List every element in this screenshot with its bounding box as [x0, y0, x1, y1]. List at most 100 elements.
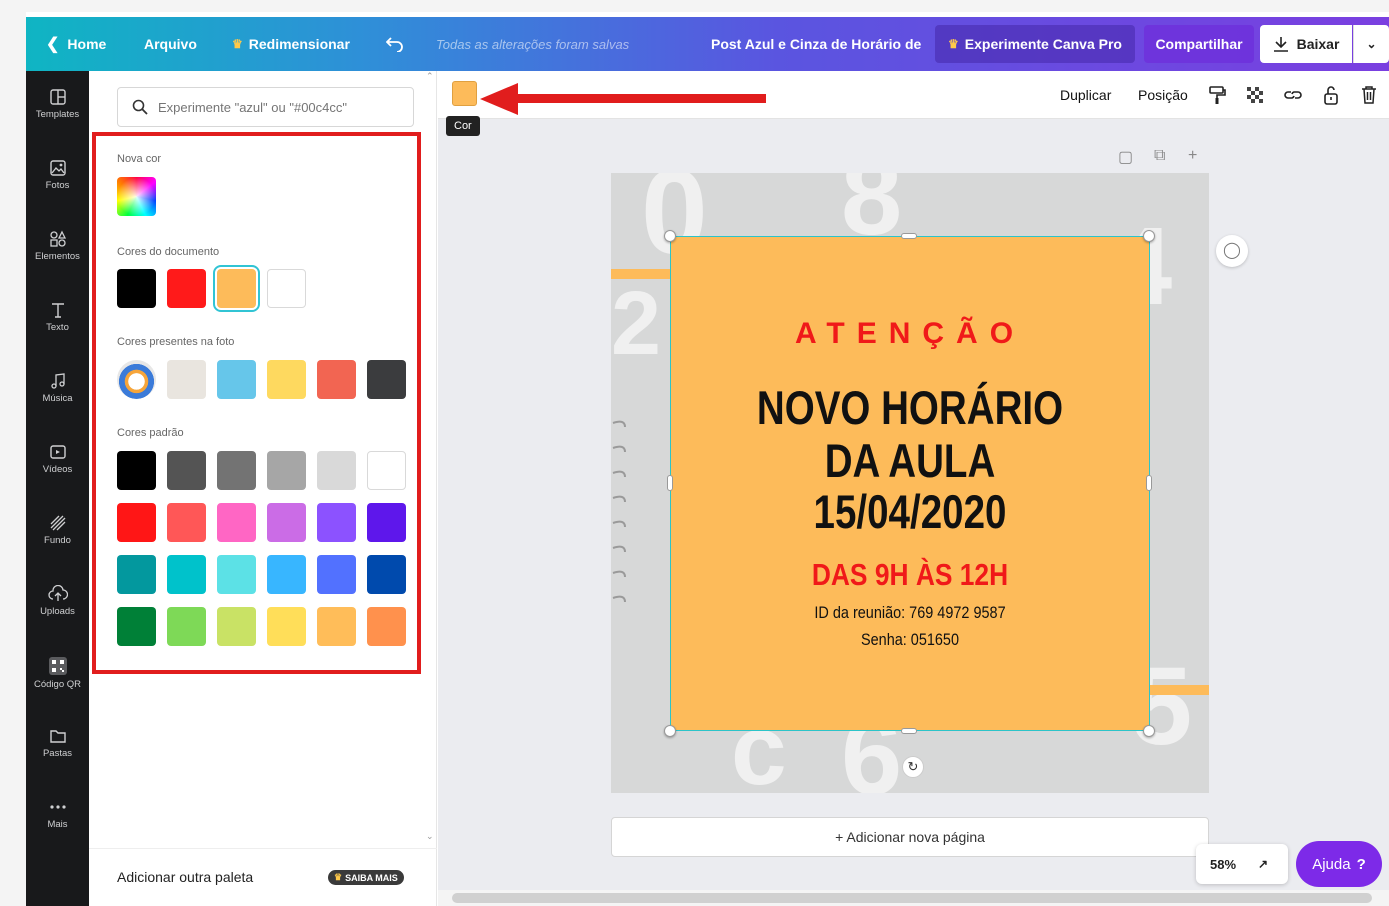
document-color-swatch[interactable]: [117, 269, 156, 308]
color-search-input[interactable]: [158, 99, 398, 115]
default-color-swatch[interactable]: [117, 555, 156, 594]
resize-handle-bottom-right[interactable]: [1143, 725, 1155, 737]
duplicate-button[interactable]: Duplicar: [1060, 71, 1111, 119]
resize-handle-top-left[interactable]: [664, 230, 676, 242]
lock-icon[interactable]: [1320, 84, 1342, 106]
sidebar-item-folders[interactable]: Pastas: [26, 727, 89, 787]
sidebar-item-templates[interactable]: Templates: [26, 88, 89, 148]
sidebar-item-qr-code[interactable]: Código QR: [26, 656, 89, 716]
headline-line-2[interactable]: DA AULA: [714, 433, 1106, 488]
default-color-swatch[interactable]: [117, 607, 156, 646]
default-color-swatch[interactable]: [167, 451, 206, 490]
default-color-swatch[interactable]: [167, 607, 206, 646]
photo-color-swatch[interactable]: [267, 360, 306, 399]
resize-handle-top-right[interactable]: [1143, 230, 1155, 242]
sidebar-item-photos[interactable]: Fotos: [26, 159, 89, 219]
color-search-box[interactable]: [117, 87, 414, 127]
hours-text[interactable]: DAS 9H ÀS 12H: [707, 557, 1113, 593]
file-menu-button[interactable]: Arquivo: [144, 17, 197, 71]
headline-line-1[interactable]: NOVO HORÁRIO: [714, 380, 1106, 435]
document-title[interactable]: Post Azul e Cinza de Horário de: [711, 17, 921, 71]
default-color-swatch[interactable]: [217, 607, 256, 646]
sidebar-item-elements[interactable]: Elementos: [26, 230, 89, 290]
help-button[interactable]: Ajuda ?: [1296, 841, 1382, 887]
default-color-swatch[interactable]: [367, 503, 406, 542]
zoom-control[interactable]: 58% ↗: [1196, 844, 1288, 884]
duplicate-page-icon[interactable]: ⧉: [1154, 147, 1165, 165]
default-color-swatch[interactable]: [367, 555, 406, 594]
transparency-icon[interactable]: [1244, 84, 1266, 106]
link-icon[interactable]: [1282, 84, 1304, 106]
meeting-id-text[interactable]: ID da reunião: 769 4972 9587: [707, 603, 1113, 623]
resize-handle-bottom[interactable]: [901, 728, 917, 734]
default-color-swatch[interactable]: [167, 503, 206, 542]
resize-handle-bottom-left[interactable]: [664, 725, 676, 737]
default-color-swatch[interactable]: [317, 607, 356, 646]
document-color-swatch[interactable]: [213, 265, 260, 312]
download-button[interactable]: Baixar: [1260, 25, 1352, 63]
try-pro-button[interactable]: ♛ Experimente Canva Pro: [935, 25, 1135, 63]
rotate-handle-icon[interactable]: ↻: [902, 756, 924, 778]
default-color-swatch[interactable]: [117, 451, 156, 490]
add-page-button[interactable]: + Adicionar nova página: [611, 817, 1209, 857]
default-color-swatch[interactable]: [217, 503, 256, 542]
add-page-plus-icon[interactable]: +: [1188, 147, 1197, 165]
share-button[interactable]: Compartilhar: [1144, 25, 1254, 63]
position-button[interactable]: Posição: [1138, 71, 1188, 119]
panel-scrollbar[interactable]: ⌃ ⌄: [426, 71, 434, 848]
headline-date[interactable]: 15/04/2020: [714, 484, 1106, 539]
photo-color-swatch[interactable]: [167, 360, 206, 399]
sidebar-item-uploads[interactable]: Uploads: [26, 585, 89, 645]
crown-icon: ♛: [334, 872, 343, 882]
sidebar-item-music[interactable]: Música: [26, 372, 89, 432]
sidebar-item-videos[interactable]: Vídeos: [26, 443, 89, 503]
paint-roller-icon[interactable]: [1206, 84, 1228, 106]
default-color-swatch[interactable]: [267, 555, 306, 594]
photo-color-swatch[interactable]: [217, 360, 256, 399]
scrollbar-thumb[interactable]: [452, 893, 1372, 903]
default-color-swatch[interactable]: [167, 555, 206, 594]
default-color-swatch[interactable]: [217, 555, 256, 594]
default-color-swatch[interactable]: [267, 607, 306, 646]
sidebar-item-background[interactable]: Fundo: [26, 514, 89, 574]
attention-heading[interactable]: ATENÇÃO: [671, 317, 1149, 351]
default-color-swatch[interactable]: [117, 503, 156, 542]
add-palette-link[interactable]: Adicionar outra paleta: [117, 869, 253, 885]
default-color-swatch[interactable]: [317, 503, 356, 542]
default-color-swatch[interactable]: [317, 451, 356, 490]
sidebar-item-text[interactable]: Texto: [26, 301, 89, 361]
undo-button[interactable]: [386, 17, 404, 71]
photo-color-swatch[interactable]: [367, 360, 406, 399]
horizontal-scrollbar[interactable]: [438, 890, 1389, 906]
photo-color-swatch[interactable]: [317, 360, 356, 399]
window-shadow-top: [0, 0, 1389, 12]
text-color-button[interactable]: [452, 81, 477, 106]
announcement-card[interactable]: ATENÇÃO NOVO HORÁRIO DA AULA 15/04/2020 …: [670, 236, 1150, 731]
trash-icon[interactable]: [1358, 84, 1380, 106]
resize-handle-left[interactable]: [667, 475, 673, 491]
design-page[interactable]: 0 8 4 2 c 6 5 ATENÇÃO NOVO HORÁRIO DA AU…: [611, 173, 1209, 793]
photo-thumbnail[interactable]: [117, 360, 156, 399]
password-text[interactable]: Senha: 051650: [707, 630, 1113, 650]
download-options-button[interactable]: ⌄: [1353, 25, 1389, 63]
fullscreen-icon[interactable]: ↗: [1258, 857, 1268, 871]
default-color-swatch[interactable]: [217, 451, 256, 490]
resize-handle-right[interactable]: [1146, 475, 1152, 491]
default-color-swatch[interactable]: [317, 555, 356, 594]
sidebar-item-more[interactable]: Mais: [26, 798, 89, 858]
add-comment-icon[interactable]: ◯: [1216, 235, 1248, 267]
page-notes-icon[interactable]: ▢: [1118, 147, 1133, 167]
background-number-shape: 2: [611, 274, 662, 374]
learn-more-badge[interactable]: ♛ SAIBA MAIS: [328, 870, 404, 885]
default-color-swatch[interactable]: [367, 451, 406, 490]
document-color-swatch[interactable]: [267, 269, 306, 308]
home-button[interactable]: ❮ Home: [46, 17, 106, 71]
new-color-picker-button[interactable]: [117, 177, 156, 216]
resize-handle-top[interactable]: [901, 233, 917, 239]
default-color-swatch[interactable]: [267, 451, 306, 490]
resize-button[interactable]: ♛ Redimensionar: [232, 17, 350, 71]
default-color-swatch[interactable]: [267, 503, 306, 542]
document-color-swatch[interactable]: [167, 269, 206, 308]
default-color-swatch[interactable]: [367, 607, 406, 646]
videos-icon: [49, 445, 66, 459]
